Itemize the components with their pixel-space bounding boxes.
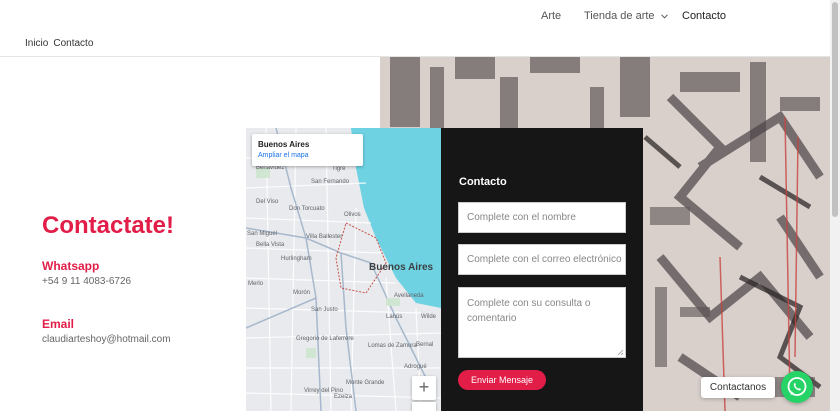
form-title: Contacto [459,176,507,188]
whatsapp-button[interactable] [781,371,813,403]
contact-form-panel: Contacto Complete con el nombre Complete… [441,128,643,411]
map-label: Monte Grande [346,380,385,386]
map-label: San Justo [311,307,338,313]
map-label: Del Viso [256,199,279,205]
map-label: Bella Vista [256,242,285,248]
chat-label[interactable]: Contactanos [701,377,775,398]
map-label: Villa Ballester [306,234,343,240]
breadcrumb-home[interactable]: Inicio [25,38,48,49]
map-label: San Miguel [247,231,278,237]
whatsapp-icon [787,377,807,396]
whatsapp-label: Whatsapp [42,259,100,273]
resize-handle-icon[interactable] [617,349,624,356]
nav-item-arte[interactable]: Arte [541,10,561,22]
map-label-buenos-aires: Buenos Aires [369,262,434,273]
nav-item-tienda-de-arte[interactable]: Tienda de arte [584,10,668,22]
message-textarea[interactable]: Complete con su consulta o comentario [458,287,626,358]
google-map[interactable]: Benavídez San Fernando Tigre Del Viso Do… [246,128,441,411]
map-label: Wilde [421,314,437,320]
enlarge-map-link[interactable]: Ampliar el mapa [258,152,357,159]
page-scrollbar[interactable] [830,0,840,411]
send-message-button[interactable]: Enviar Mensaje [458,370,546,390]
nav-item-contacto[interactable]: Contacto [682,10,726,22]
map-label: Avellaneda [394,293,424,299]
map-label: Morón [293,290,311,296]
map-label: Adrogué [404,364,427,370]
breadcrumb: Inicio Contacto [25,38,98,49]
top-navigation: Arte Tienda de arte Contacto [0,0,840,32]
message-placeholder: Complete con su consulta o comentario [467,298,591,324]
whatsapp-number: +54 9 11 4083-6726 [42,276,132,287]
name-input[interactable]: Complete con el nombre [458,202,626,233]
map-label: Lanús [386,314,403,320]
breadcrumb-current: Contacto [53,38,94,49]
map-place-card: Buenos Aires Ampliar el mapa [252,134,363,166]
map-label: Don Torcuato [289,206,325,212]
map-label: Merlo [248,281,264,287]
map-label: Tigre [332,166,346,172]
map-label: Bernal [416,342,434,348]
map-zoom-in-button[interactable]: + [412,376,436,400]
contact-heading: Contactate! [42,212,175,239]
map-label: Hurlingham [281,256,312,262]
map-zoom-out-button[interactable] [412,402,436,411]
map-label: San Fernando [311,179,350,185]
chevron-down-icon [660,14,668,19]
email-address: claudiarteshoy@hotmail.com [42,334,171,345]
map-label: Gregorio de Laferrere [296,336,354,342]
email-input[interactable]: Complete con el correo electrónico [458,244,626,275]
scrollbar-thumb[interactable] [832,2,838,217]
map-label: Ezeiza [334,394,353,400]
map-label: Olivos [344,212,361,218]
map-place-title: Buenos Aires [258,140,310,149]
email-label: Email [42,317,75,331]
map-label: Lomas de Zamora [368,343,417,349]
nav-item-label: Tienda de arte [584,10,655,22]
